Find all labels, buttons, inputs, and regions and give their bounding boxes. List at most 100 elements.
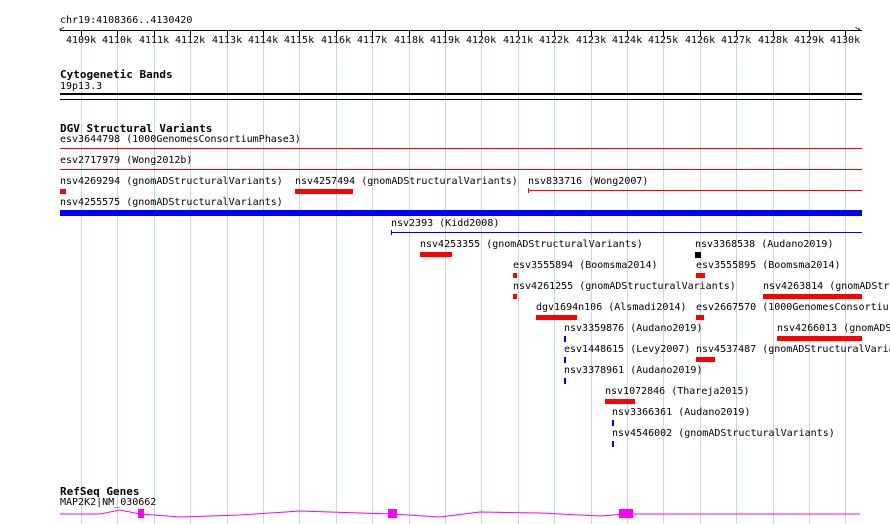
grid-line — [227, 30, 228, 524]
dgv-feature-bar[interactable] — [295, 189, 353, 194]
dgv-feature-bar[interactable] — [605, 399, 635, 404]
dgv-feature-label: nsv4263814 (gnomADStru — [763, 281, 890, 292]
ruler-tick-label: 4122k — [539, 35, 570, 46]
grid-line — [190, 30, 191, 524]
grid-line — [154, 30, 155, 524]
grid-line — [845, 30, 846, 524]
grid-line — [336, 30, 337, 524]
cytoband-label: 19p13.3 — [60, 81, 103, 92]
ruler-tick-label: 4117k — [357, 35, 388, 46]
dgv-feature-label: nsv3359876 (Audano2019) — [564, 323, 703, 334]
dgv-feature-bar[interactable] — [60, 148, 862, 149]
dgv-feature-bar[interactable] — [612, 420, 614, 426]
grid-line — [409, 30, 410, 524]
cytoband-bar[interactable] — [60, 93, 862, 95]
grid-line — [481, 30, 482, 524]
ruler-tick-label: 4128k — [758, 35, 789, 46]
ruler-tick-label: 4113k — [212, 35, 243, 46]
dgv-feature-bar[interactable] — [528, 188, 529, 193]
dgv-feature-bar[interactable] — [420, 252, 452, 257]
ruler-tick-label: 4114k — [248, 35, 279, 46]
grid-line — [554, 30, 555, 524]
grid-line — [627, 30, 628, 524]
ruler-tick-label: 4112k — [175, 35, 206, 46]
dgv-feature-label: nsv4266013 (gnomADS — [777, 323, 890, 334]
ruler-tick-label: 4130k — [830, 35, 861, 46]
dgv-feature-bar[interactable] — [695, 252, 701, 258]
dgv-feature-label: nsv4537487 (gnomADStructuralVaria — [696, 344, 890, 355]
dgv-feature-bar[interactable] — [391, 230, 392, 235]
dgv-feature-label: esv1448615 (Levy2007) — [564, 344, 691, 355]
dgv-feature-label: nsv4255575 (gnomADStructuralVariants) — [60, 197, 283, 208]
dgv-feature-label: esv3555894 (Boomsma2014) — [513, 260, 658, 271]
dgv-feature-label: nsv4546002 (gnomADStructuralVariants) — [612, 428, 835, 439]
dgv-feature-bar[interactable] — [528, 190, 862, 191]
grid-line — [372, 30, 373, 524]
ruler-tick-label: 4120k — [466, 35, 497, 46]
dgv-feature-label: nsv3366361 (Audano2019) — [612, 407, 751, 418]
grid-line — [663, 30, 664, 524]
dgv-feature-label: nsv1072846 (Thareja2015) — [605, 386, 750, 397]
dgv-feature-label: nsv833716 (Wong2007) — [528, 176, 649, 187]
ruler-tick-label: 4125k — [648, 35, 679, 46]
ruler-tick-label: 4123k — [576, 35, 607, 46]
dgv-feature-label: nsv4269294 (gnomADStructuralVariants) — [60, 176, 283, 187]
ruler-tick-label: 4119k — [430, 35, 461, 46]
ruler-tick-label: 4118k — [394, 35, 425, 46]
dgv-feature-label: nsv4253355 (gnomADStructuralVariants) — [420, 239, 643, 250]
dgv-feature-label: nsv4257494 (gnomADStructuralVariants) — [295, 176, 518, 187]
dgv-feature-bar[interactable] — [536, 315, 577, 320]
dgv-feature-label: esv2717979 (Wong2012b) — [60, 155, 193, 166]
ruler-tick-label: 4124k — [612, 35, 643, 46]
grid-line — [773, 30, 774, 524]
ruler-tick-label: 4110k — [102, 35, 133, 46]
dgv-feature-bar[interactable] — [696, 315, 704, 320]
position-label: chr19:4108366..4130420 — [60, 15, 193, 26]
dgv-feature-bar[interactable] — [763, 294, 862, 299]
dgv-feature-label: esv2667570 (1000GenomesConsortiu — [696, 302, 889, 313]
dgv-feature-bar[interactable] — [564, 378, 566, 384]
ruler-tick-label: 4115k — [284, 35, 315, 46]
genome-browser-view: chr19:4108366..4130420 < > 4109k 4110k 411… — [0, 0, 890, 524]
gene-exon[interactable] — [138, 509, 144, 518]
grid-line — [263, 30, 264, 524]
dgv-feature-label: esv3555895 (Boomsma2014) — [696, 260, 841, 271]
dgv-feature-bar[interactable] — [60, 189, 66, 194]
ruler-tick-label: 4109k — [66, 35, 97, 46]
ruler-tick-label: 4116k — [321, 35, 352, 46]
dgv-feature-bar[interactable] — [60, 169, 862, 170]
cytoband-bar-lower — [60, 99, 862, 100]
ruler-tick-label: 4127k — [721, 35, 752, 46]
dgv-feature-bar[interactable] — [564, 336, 566, 342]
grid-line — [736, 30, 737, 524]
grid-line — [445, 30, 446, 524]
ruler-tick-label: 4126k — [685, 35, 716, 46]
dgv-feature-bar[interactable] — [60, 210, 862, 216]
grid-line — [299, 30, 300, 524]
dgv-feature-bar[interactable] — [564, 357, 566, 363]
dgv-feature-bar[interactable] — [513, 273, 517, 278]
grid-line — [81, 30, 82, 524]
dgv-feature-label: nsv3378961 (Audano2019) — [564, 365, 703, 376]
gene-model-map2k2[interactable] — [0, 505, 890, 524]
dgv-feature-bar[interactable] — [696, 357, 715, 362]
gene-exon[interactable] — [619, 509, 633, 518]
dgv-feature-bar[interactable] — [612, 441, 614, 447]
gene-exon[interactable] — [388, 509, 397, 518]
dgv-feature-bar[interactable] — [777, 336, 862, 341]
dgv-feature-bar[interactable] — [391, 232, 862, 233]
ruler-line — [60, 30, 862, 31]
grid-line — [809, 30, 810, 524]
grid-line — [518, 30, 519, 524]
dgv-feature-label: nsv3368538 (Audano2019) — [695, 239, 834, 250]
ruler-tick-label: 4121k — [503, 35, 534, 46]
dgv-feature-bar[interactable] — [696, 273, 705, 278]
grid-line — [591, 30, 592, 524]
grid-line — [117, 30, 118, 524]
ruler-tick-label: 4129k — [794, 35, 825, 46]
dgv-feature-label: esv3644798 (1000GenomesConsortiumPhase3) — [60, 134, 301, 145]
dgv-feature-label: nsv4261255 (gnomADStructuralVariants) — [513, 281, 736, 292]
dgv-feature-label: nsv2393 (Kidd2008) — [391, 218, 500, 229]
dgv-feature-bar[interactable] — [513, 294, 517, 299]
ruler-left-arrow-icon: < — [59, 25, 65, 35]
